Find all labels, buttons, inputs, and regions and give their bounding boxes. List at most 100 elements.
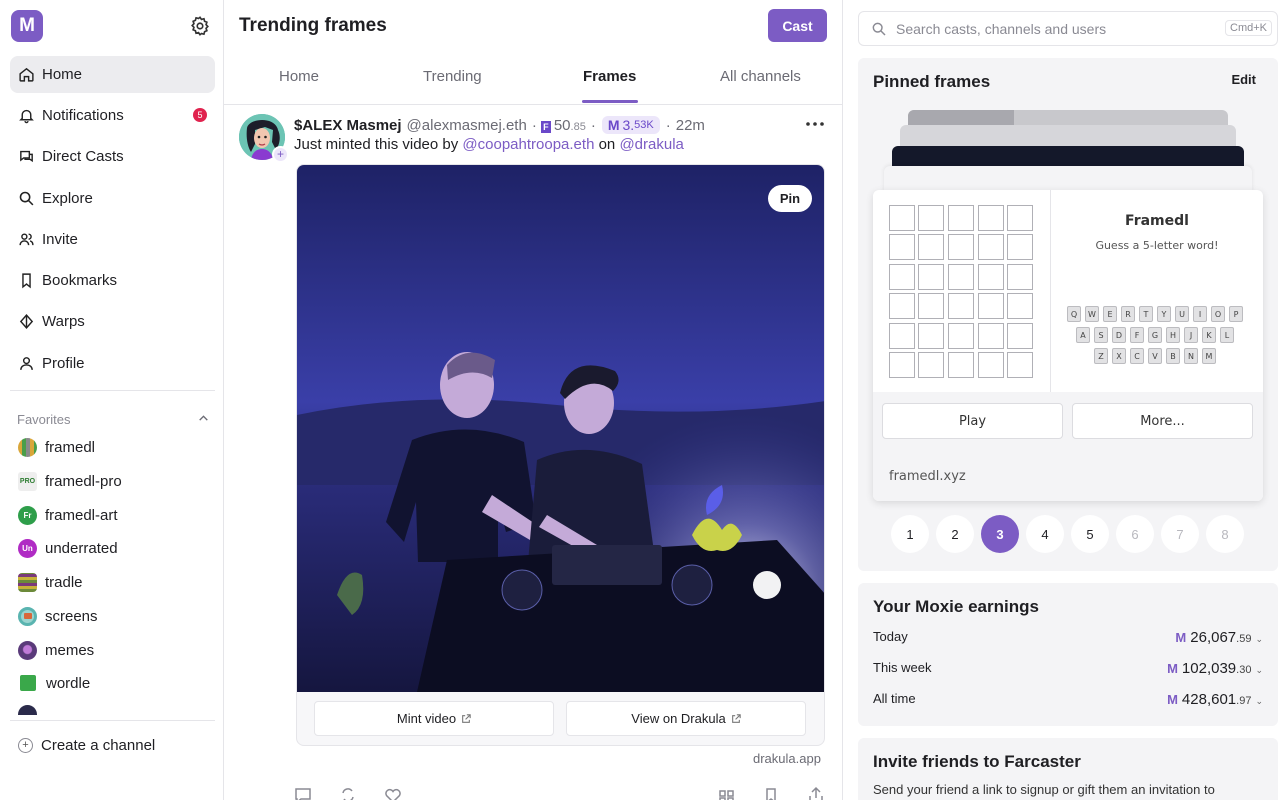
cast-button[interactable]: Cast (768, 9, 827, 42)
keyboard-key: W (1085, 306, 1099, 322)
earnings-int: 102,039 (1181, 660, 1237, 677)
favorite-label: framedl-art (45, 506, 118, 524)
favorite-item-wordle[interactable]: wordle (18, 669, 90, 697)
favorite-label: memes (45, 641, 95, 659)
underrated-channel-icon: Un (18, 538, 37, 558)
invite-title: Invite friends to Farcaster (873, 752, 1081, 771)
nav-home[interactable]: Home (10, 56, 215, 93)
earnings-row-this-week[interactable]: This week M 102,039.30 ⌄ (873, 660, 1263, 677)
separator: · (665, 116, 671, 134)
favorite-item-underrated[interactable]: Un underrated (18, 534, 118, 562)
page-2-button[interactable]: 2 (936, 515, 974, 553)
like-icon[interactable] (384, 786, 402, 800)
page-1-button[interactable]: 1 (891, 515, 929, 553)
moxie-score-pill[interactable]: M 3. 53K (601, 116, 660, 134)
page-7-button[interactable]: 7 (1161, 515, 1199, 553)
grid-cell (1007, 234, 1033, 260)
more-button[interactable]: More... (1072, 403, 1253, 439)
keyboard-key: Q (1067, 306, 1081, 322)
partial-channel-icon (18, 705, 37, 715)
grid-icon[interactable] (718, 786, 736, 800)
earnings-dec: .30 (1236, 664, 1252, 676)
memes-channel-icon (18, 640, 37, 660)
framedl-channel-icon (18, 437, 37, 457)
more-options-icon[interactable] (804, 117, 826, 131)
framedl-title: Framedl (1125, 213, 1189, 229)
favorite-label: framedl (45, 438, 96, 456)
keyboard-key: O (1211, 306, 1225, 322)
reply-icon[interactable] (294, 786, 312, 800)
author-display-name[interactable]: $ALEX Masmej (294, 117, 402, 134)
grid-cell (918, 264, 944, 290)
grid-cell (948, 264, 974, 290)
cast-text-mid: on (598, 136, 616, 153)
moxie-icon: M (1167, 692, 1178, 707)
bell-icon (19, 109, 34, 124)
grid-cell (978, 293, 1004, 319)
keyboard-key: H (1166, 327, 1180, 343)
mention-link[interactable]: @coopahtroopa.eth (462, 136, 594, 153)
page-6-button[interactable]: 6 (1116, 515, 1154, 553)
favorite-item-screens[interactable]: screens (18, 602, 98, 630)
framedl-art-icon-text: Fr (23, 510, 32, 520)
chevron-down-icon: ⌄ (1255, 634, 1263, 644)
framedl-actions: Play More... framedl.xyz (873, 392, 1263, 501)
keyboard-key: I (1193, 306, 1207, 322)
nav-direct-casts[interactable]: Direct Casts (10, 138, 215, 175)
page-3-button[interactable]: 3 (981, 515, 1019, 553)
framedl-frame-card[interactable]: Framedl Guess a 5-letter word! Q W E R T… (873, 190, 1263, 501)
chevron-up-icon[interactable] (197, 412, 210, 425)
create-channel-button[interactable]: + Create a channel (18, 737, 155, 754)
page-8-button[interactable]: 8 (1206, 515, 1244, 553)
search-icon (19, 191, 34, 206)
cast-time[interactable]: 22m (676, 117, 705, 134)
grid-cell (918, 352, 944, 378)
follow-plus-icon[interactable]: + (272, 146, 289, 163)
favorite-item-memes[interactable]: memes (18, 636, 94, 664)
grid-cell (1007, 323, 1033, 349)
frame-domain[interactable]: drakula.app (753, 751, 821, 766)
bookmark-icon[interactable] (762, 786, 780, 800)
nav-invite[interactable]: Invite (10, 221, 215, 258)
gear-icon[interactable] (189, 15, 211, 37)
share-icon[interactable] (807, 786, 825, 800)
earnings-value: M 26,067.59 ⌄ (1175, 629, 1263, 646)
favorite-item-framedl-art[interactable]: Fr framedl-art (18, 501, 118, 529)
framedl-domain[interactable]: framedl.xyz (889, 469, 966, 484)
mint-video-button[interactable]: Mint video (314, 701, 554, 736)
page-5-button[interactable]: 5 (1071, 515, 1109, 553)
tab-home[interactable]: Home (279, 68, 319, 85)
nav-explore[interactable]: Explore (10, 180, 215, 217)
tab-trending[interactable]: Trending (423, 68, 482, 85)
recast-icon[interactable] (339, 786, 357, 800)
nav-bookmarks[interactable]: Bookmarks (10, 262, 215, 299)
view-on-drakula-button[interactable]: View on Drakula (566, 701, 806, 736)
author-username[interactable]: @alexmasmej.eth (407, 117, 527, 134)
play-button[interactable]: Play (882, 403, 1063, 439)
nav-warps[interactable]: Warps (10, 303, 215, 340)
frame-video-image[interactable] (297, 165, 824, 692)
favorite-item-framedl-pro[interactable]: PRO framedl-pro (18, 467, 122, 495)
keyboard-key: D (1112, 327, 1126, 343)
app-logo[interactable]: M (11, 10, 43, 42)
mention-link[interactable]: @drakula (619, 136, 683, 153)
edit-pinned-button[interactable]: Edit (1231, 72, 1256, 87)
nav-profile[interactable]: Profile (10, 345, 215, 382)
tradle-channel-icon (18, 572, 37, 592)
favorite-item-framedl[interactable]: framedl (18, 433, 95, 461)
page-4-button[interactable]: 4 (1026, 515, 1064, 553)
keyboard-key: F (1130, 327, 1144, 343)
earnings-row-all-time[interactable]: All time M 428,601.97 ⌄ (873, 691, 1263, 708)
favorite-item-tradle[interactable]: tradle (18, 568, 83, 596)
home-icon (19, 67, 34, 82)
nav-notifications[interactable]: Notifications 5 (10, 97, 215, 134)
tab-all-channels[interactable]: All channels (720, 68, 801, 85)
tab-frames[interactable]: Frames (583, 68, 636, 85)
grid-cell (1007, 293, 1033, 319)
earnings-row-today[interactable]: Today M 26,067.59 ⌄ (873, 629, 1263, 646)
keyboard-key: K (1202, 327, 1216, 343)
nav-invite-label: Invite (42, 231, 78, 248)
pin-button[interactable]: Pin (768, 185, 812, 212)
search-input[interactable]: Search casts, channels and users Cmd+K (858, 11, 1278, 46)
grid-cell (918, 205, 944, 231)
